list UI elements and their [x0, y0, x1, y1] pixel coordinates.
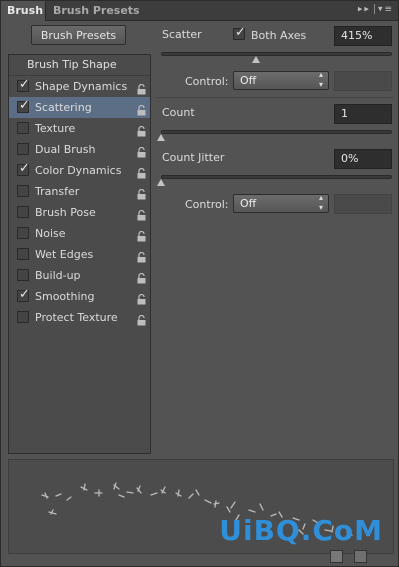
lock-icon[interactable] — [137, 102, 146, 116]
list-item-label: Brush Pose — [35, 206, 96, 219]
new-brush-icon[interactable] — [354, 550, 367, 563]
checkmark-icon: ✓ — [19, 77, 30, 92]
option-checkbox[interactable] — [17, 311, 29, 323]
lock-icon[interactable] — [137, 144, 146, 158]
tab-brush[interactable]: Brush — [1, 1, 46, 21]
control-label-1: Control: — [185, 75, 229, 88]
collapse-icon[interactable]: ▸▸ — [358, 5, 371, 15]
scatter-slider-track[interactable] — [161, 52, 392, 56]
list-item-brush-pose[interactable]: Brush Pose — [9, 202, 150, 223]
section-divider — [157, 97, 394, 98]
list-item-label: Wet Edges — [35, 248, 94, 261]
count-jitter-slider-track[interactable] — [161, 175, 392, 179]
list-item-transfer[interactable]: Transfer — [9, 181, 150, 202]
list-item-label: Shape Dynamics — [35, 80, 128, 93]
both-axes-checkbox[interactable]: ✓ — [233, 25, 246, 40]
control-select-1[interactable]: Off ▴ ▾ — [233, 70, 329, 90]
control-label-2: Control: — [185, 198, 229, 211]
control-extra-field-2 — [334, 194, 392, 214]
watermark-text: UiBQ.CoM — [219, 514, 383, 547]
scatter-label: Scatter — [162, 28, 202, 41]
both-axes-label: Both Axes — [251, 29, 307, 42]
list-item-label: Noise — [35, 227, 66, 240]
scatter-slider-thumb[interactable] — [251, 56, 260, 63]
count-label: Count — [162, 106, 195, 119]
option-checkbox[interactable] — [17, 185, 29, 197]
list-item-build-up[interactable]: Build-up — [9, 265, 150, 286]
select-arrows-icon: ▴ ▾ — [318, 193, 323, 212]
panel-menu-icon[interactable]: ▾≡ — [378, 5, 394, 15]
list-item-scattering[interactable]: ✓ Scattering — [9, 97, 150, 118]
control-extra-field-1 — [334, 71, 392, 91]
brush-presets-button[interactable]: Brush Presets — [31, 25, 126, 45]
lock-icon[interactable] — [137, 81, 146, 95]
option-checkbox[interactable]: ✓ — [17, 77, 30, 92]
option-checkbox[interactable]: ✓ — [17, 161, 30, 176]
brush-stroke-preview: UiBQ.CoM — [8, 459, 394, 554]
count-slider-track[interactable] — [161, 130, 392, 134]
divider — [373, 4, 375, 14]
option-checkbox[interactable] — [17, 248, 29, 260]
option-checkbox[interactable] — [17, 122, 29, 134]
list-item-texture[interactable]: Texture — [9, 118, 150, 139]
list-item-label: Build-up — [35, 269, 81, 282]
option-checkbox[interactable]: ✓ — [17, 287, 30, 302]
lock-icon[interactable] — [137, 249, 146, 263]
list-item-brush-tip-shape[interactable]: Brush Tip Shape — [9, 55, 150, 76]
lock-icon[interactable] — [137, 165, 146, 179]
list-item-shape-dynamics[interactable]: ✓ Shape Dynamics — [9, 76, 150, 97]
panel-tab-bar: Brush Brush Presets ▸▸ ▾≡ — [1, 1, 398, 21]
create-preset-icon[interactable] — [330, 550, 343, 563]
list-item-protect-texture[interactable]: Protect Texture — [9, 307, 150, 328]
list-item-noise[interactable]: Noise — [9, 223, 150, 244]
checkmark-icon: ✓ — [19, 98, 30, 113]
list-item-label: Texture — [35, 122, 76, 135]
lock-icon[interactable] — [137, 228, 146, 242]
list-item-label: Dual Brush — [35, 143, 96, 156]
lock-icon[interactable] — [137, 123, 146, 137]
control-select-2[interactable]: Off ▴ ▾ — [233, 193, 329, 213]
panel-menu-controls[interactable]: ▸▸ ▾≡ — [358, 4, 394, 15]
select-arrows-icon: ▴ ▾ — [318, 70, 323, 89]
list-item-smoothing[interactable]: ✓ Smoothing — [9, 286, 150, 307]
control-select-1-value: Off — [240, 74, 257, 87]
lock-icon[interactable] — [137, 186, 146, 200]
list-item-label: Color Dynamics — [35, 164, 122, 177]
count-slider-thumb[interactable] — [157, 134, 165, 141]
list-item-dual-brush[interactable]: Dual Brush — [9, 139, 150, 160]
lock-icon[interactable] — [137, 312, 146, 326]
option-checkbox[interactable] — [17, 206, 29, 218]
list-item-wet-edges[interactable]: Wet Edges — [9, 244, 150, 265]
option-checkbox[interactable]: ✓ — [17, 98, 30, 113]
list-item-label: Smoothing — [35, 290, 95, 303]
list-item-color-dynamics[interactable]: ✓ Color Dynamics — [9, 160, 150, 181]
brush-panel: Brush Brush Presets ▸▸ ▾≡ Brush Presets B… — [0, 0, 399, 567]
control-select-2-value: Off — [240, 197, 257, 210]
lock-icon[interactable] — [137, 291, 146, 305]
checkmark-icon: ✓ — [19, 287, 30, 302]
tab-brush-presets[interactable]: Brush Presets — [47, 1, 146, 20]
scatter-value-field[interactable]: 415% — [334, 26, 392, 46]
list-item-label: Scattering — [35, 101, 92, 114]
count-jitter-label: Count Jitter — [162, 151, 225, 164]
list-item-label: Protect Texture — [35, 311, 118, 324]
option-checkbox[interactable] — [17, 227, 29, 239]
brush-settings-list: Brush Tip Shape ✓ Shape Dynamics ✓ Scatteri… — [8, 54, 151, 454]
option-checkbox[interactable] — [17, 143, 29, 155]
count-jitter-value-field[interactable]: 0% — [334, 149, 392, 169]
lock-icon[interactable] — [137, 270, 146, 284]
count-value-field[interactable]: 1 — [334, 104, 392, 124]
checkmark-icon: ✓ — [235, 25, 246, 40]
list-item-label: Transfer — [35, 185, 80, 198]
lock-icon[interactable] — [137, 207, 146, 221]
checkmark-icon: ✓ — [19, 161, 30, 176]
count-jitter-slider-thumb[interactable] — [157, 179, 165, 186]
option-checkbox[interactable] — [17, 269, 29, 281]
